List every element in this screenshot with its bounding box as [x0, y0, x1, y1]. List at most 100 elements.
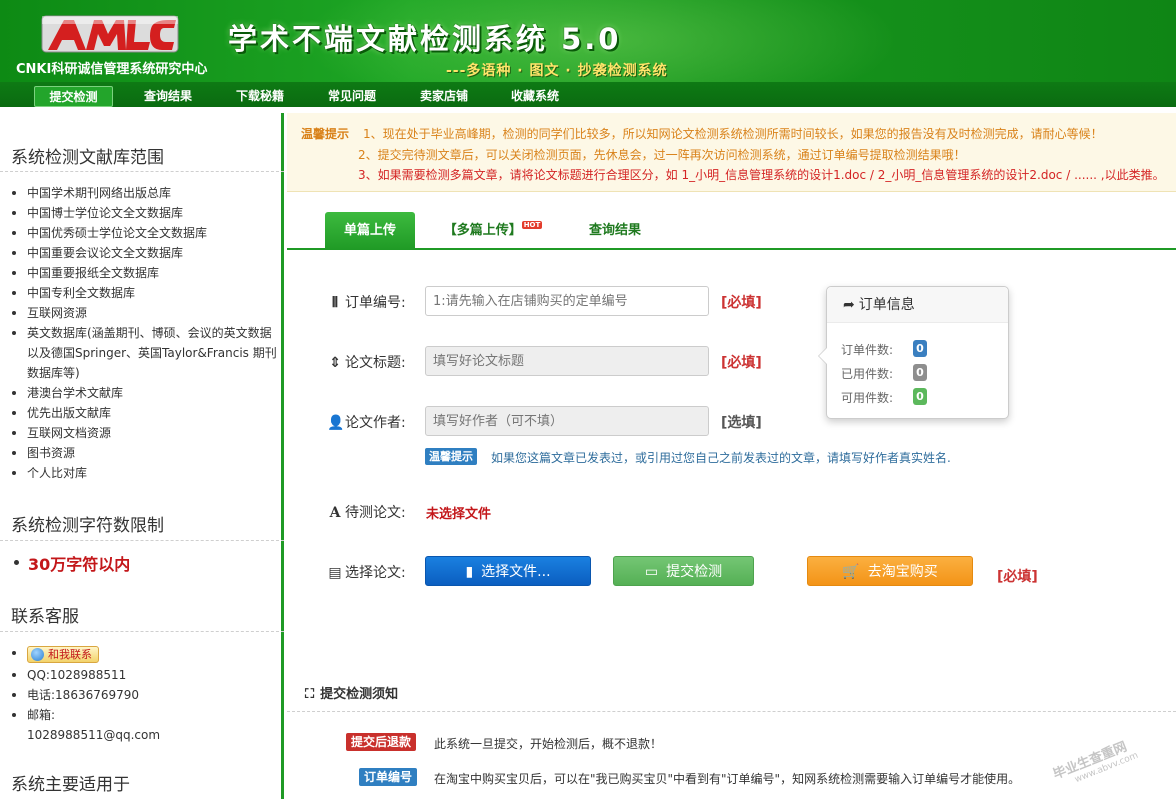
order-required-mark: [必填]	[721, 295, 762, 311]
upload-tabs: 单篇上传 【多篇上传】 HOT 查询结果	[287, 212, 1176, 250]
notice-label: 温馨提示	[301, 127, 350, 141]
list-item: 中国优秀硕士学位论文全文数据库	[10, 223, 277, 243]
divider	[0, 171, 284, 172]
paper-title-label: ⇕ 论文标题:	[327, 352, 406, 372]
share-icon: ➦	[843, 297, 855, 313]
char-limit-value: 30万字符以内	[12, 551, 130, 575]
db-range-title: 系统检测文献库范围	[11, 148, 164, 168]
hot-badge: HOT	[521, 221, 543, 229]
submit-check-button[interactable]: ▭ 提交检测	[613, 556, 754, 586]
sidebar: 系统检测文献库范围 中国学术期刊网络出版总库 中国博士学位论文全文数据库 中国优…	[0, 113, 284, 799]
tip-text: 如果您这篇文章已发表过，或引用过您自己之前发表过的文章，请填写好作者真实姓名.	[491, 451, 951, 465]
order-number-label-text: 订单编号:	[345, 295, 406, 311]
tab-query-result[interactable]: 查询结果	[577, 212, 653, 250]
db-list: 中国学术期刊网络出版总库 中国博士学位论文全文数据库 中国优秀硕士学位论文全文数…	[10, 183, 277, 483]
order-number-text: 在淘宝中购买宝贝后，可以在"我已购买宝贝"中看到有"订单编号"，知网系统检测需要…	[434, 772, 1021, 786]
order-number-label: ⦀ 订单编号:	[327, 292, 406, 312]
contact-title: 联系客服	[11, 607, 79, 627]
paper-author-label-text: 论文作者:	[345, 415, 406, 431]
list-item: 英文数据库(涵盖期刊、博硕、会议的英文数据	[10, 323, 277, 343]
qq-icon	[31, 648, 44, 661]
order-number-input[interactable]	[425, 286, 709, 316]
list-item: 中国学术期刊网络出版总库	[10, 183, 277, 203]
list-item: 个人比对库	[10, 463, 277, 483]
rules-title: ⛶ 提交检测须知	[305, 683, 398, 702]
cart-icon: 🛒	[842, 564, 860, 580]
nav-shop[interactable]: 卖家店铺	[404, 86, 484, 107]
used-count-label: 已用件数:	[841, 367, 894, 381]
nav-faq[interactable]: 常见问题	[312, 86, 392, 107]
tip-badge: 温馨提示	[425, 448, 477, 465]
used-count-badge: 0	[913, 364, 927, 381]
main-nav: 提交检测 查询结果 下载秘籍 常见问题 卖家店铺 收藏系统	[0, 82, 1176, 110]
nav-query[interactable]: 查询结果	[128, 86, 208, 107]
list-item-continued: 以及德国Springer、英国Taylor&Francis 期刊	[27, 346, 277, 360]
choose-file-button[interactable]: ▮ 选择文件...	[425, 556, 591, 586]
select-paper-label-text: 选择论文:	[345, 565, 406, 581]
list-item-continued: 数据库等)	[27, 366, 80, 380]
order-info-title: 订单信息	[858, 297, 915, 313]
phone-number: 电话:18636769790	[10, 685, 160, 705]
pending-paper-label-text: 待测论文:	[345, 505, 406, 521]
email-label: 邮箱:	[10, 705, 160, 725]
refund-badge: 提交后退款	[346, 733, 417, 751]
available-count-badge: 0	[913, 388, 927, 405]
tab-multi-label: 【多篇上传】	[443, 223, 522, 238]
rules-title-text: 提交检测须知	[320, 687, 399, 702]
watermark: 毕业生查重网 www.abvv.com	[1050, 733, 1140, 792]
list-item: 中国博士学位论文全文数据库	[10, 203, 277, 223]
site-header: CNKI科研诚信管理系统研究中心 学术不端文献检测系统 5.0 ---多语种 ·…	[0, 0, 1176, 82]
list-icon: ▤	[328, 565, 342, 581]
expand-icon: ⛶	[305, 687, 315, 702]
contact-me-button[interactable]: 和我联系	[27, 646, 99, 663]
site-title: 学术不端文献检测系统 5.0	[228, 22, 622, 56]
barcode-icon: ⦀	[331, 295, 339, 311]
order-count-label: 订单件数:	[841, 343, 894, 357]
list-item: 中国专利全文数据库	[10, 283, 277, 303]
available-count-label: 可用件数:	[841, 391, 894, 405]
order-number-badge: 订单编号	[359, 768, 418, 786]
user-icon: 👤	[327, 415, 345, 431]
list-item: 优先出版文献库	[10, 403, 277, 423]
paper-title-input[interactable]	[425, 346, 709, 376]
divider	[0, 631, 284, 632]
paper-author-input[interactable]	[425, 406, 709, 436]
taobao-buy-label: 去淘宝购买	[867, 564, 938, 580]
notice-line-2: 2、提交完待测文章后，可以关闭检测页面，先休息会，过一阵再次访问检测系统，通过订…	[358, 148, 966, 162]
list-item: 港澳台学术文献库	[10, 383, 277, 403]
usage-title: 系统主要适用于	[11, 775, 130, 795]
list-item: 图书资源	[10, 443, 277, 463]
inbox-icon: ▭	[644, 564, 659, 580]
file-icon: ▮	[465, 564, 474, 580]
notice-line-3: 3、如果需要检测多篇文章，请将论文标题进行合理区分，如 1_小明_信息管理系统的…	[358, 168, 1165, 182]
site-subtitle: ---多语种 · 图文 · 抄袭检测系统	[446, 63, 668, 79]
submit-check-label: 提交检测	[666, 564, 723, 580]
author-optional-mark: [选填]	[721, 415, 762, 431]
list-item: 中国重要报纸全文数据库	[10, 263, 277, 283]
no-file-selected: 未选择文件	[426, 507, 492, 522]
divider	[287, 711, 1176, 712]
email-address[interactable]: 1028988511@qq.com	[10, 725, 160, 745]
tab-single-upload[interactable]: 单篇上传	[325, 212, 415, 250]
list-item: 互联网资源	[10, 303, 277, 323]
qq-number: QQ:1028988511	[10, 665, 160, 685]
list-item: 互联网文档资源	[10, 423, 277, 443]
paper-author-label: 👤论文作者:	[327, 412, 406, 432]
refund-text: 此系统一旦提交，开始检测后，概不退款！	[434, 737, 663, 751]
font-icon: A	[329, 505, 341, 521]
contact-list: 和我联系 QQ:1028988511 电话:18636769790 邮箱: 10…	[10, 643, 160, 745]
nav-download[interactable]: 下载秘籍	[220, 86, 300, 107]
nav-bookmark[interactable]: 收藏系统	[495, 86, 575, 107]
taobao-buy-button[interactable]: 🛒 去淘宝购买	[807, 556, 973, 586]
paper-title-label-text: 论文标题:	[345, 355, 406, 371]
nav-submit[interactable]: 提交检测	[34, 86, 113, 107]
order-info-header: ➦ 订单信息	[827, 287, 1008, 323]
divider	[0, 540, 284, 541]
contact-item: 和我联系	[10, 643, 160, 665]
pending-paper-label: A 待测论文:	[327, 502, 406, 522]
notice-panel: 温馨提示 1、现在处于毕业高峰期，检测的同学们比较多，所以知网论文检测系统检测所…	[287, 113, 1176, 192]
select-paper-label: ▤ 选择论文:	[327, 562, 406, 582]
tab-multi-upload[interactable]: 【多篇上传】 HOT	[437, 212, 549, 250]
title-required-mark: [必填]	[721, 355, 762, 371]
amlc-logo-icon	[41, 15, 179, 53]
